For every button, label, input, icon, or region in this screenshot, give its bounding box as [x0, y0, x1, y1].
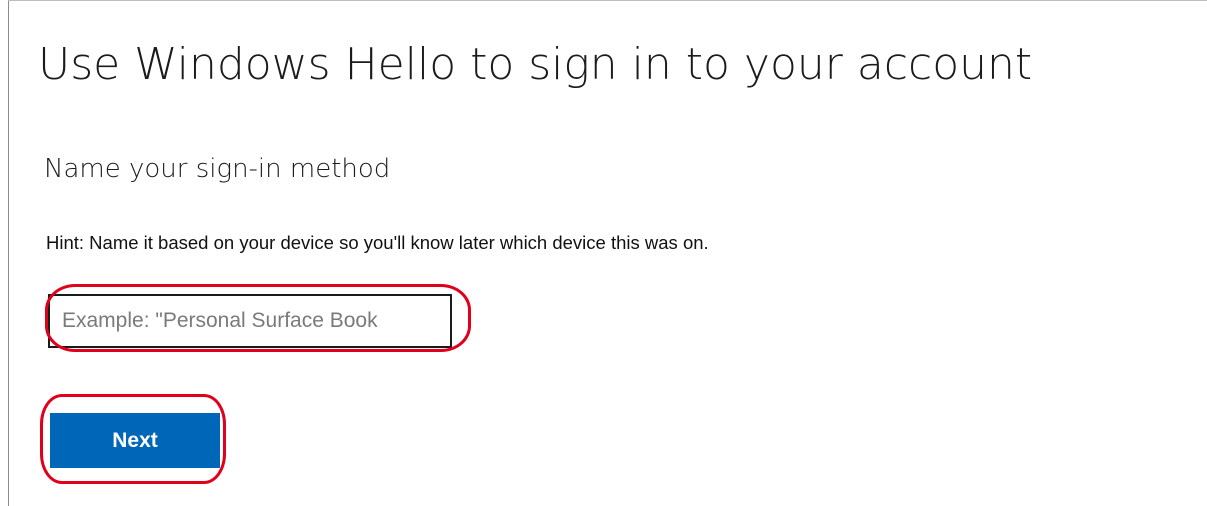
hint-text: Hint: Name it based on your device so yo… [46, 232, 709, 253]
frame-left-border [8, 0, 9, 506]
section-subtitle: Name your sign-in method [44, 154, 391, 184]
sign-in-method-name-input[interactable] [50, 296, 450, 346]
next-button[interactable]: Next [50, 413, 220, 468]
sign-in-method-name-field[interactable] [48, 294, 452, 348]
page-title: Use Windows Hello to sign in to your acc… [38, 39, 1033, 90]
frame-top-border [8, 0, 1207, 1]
